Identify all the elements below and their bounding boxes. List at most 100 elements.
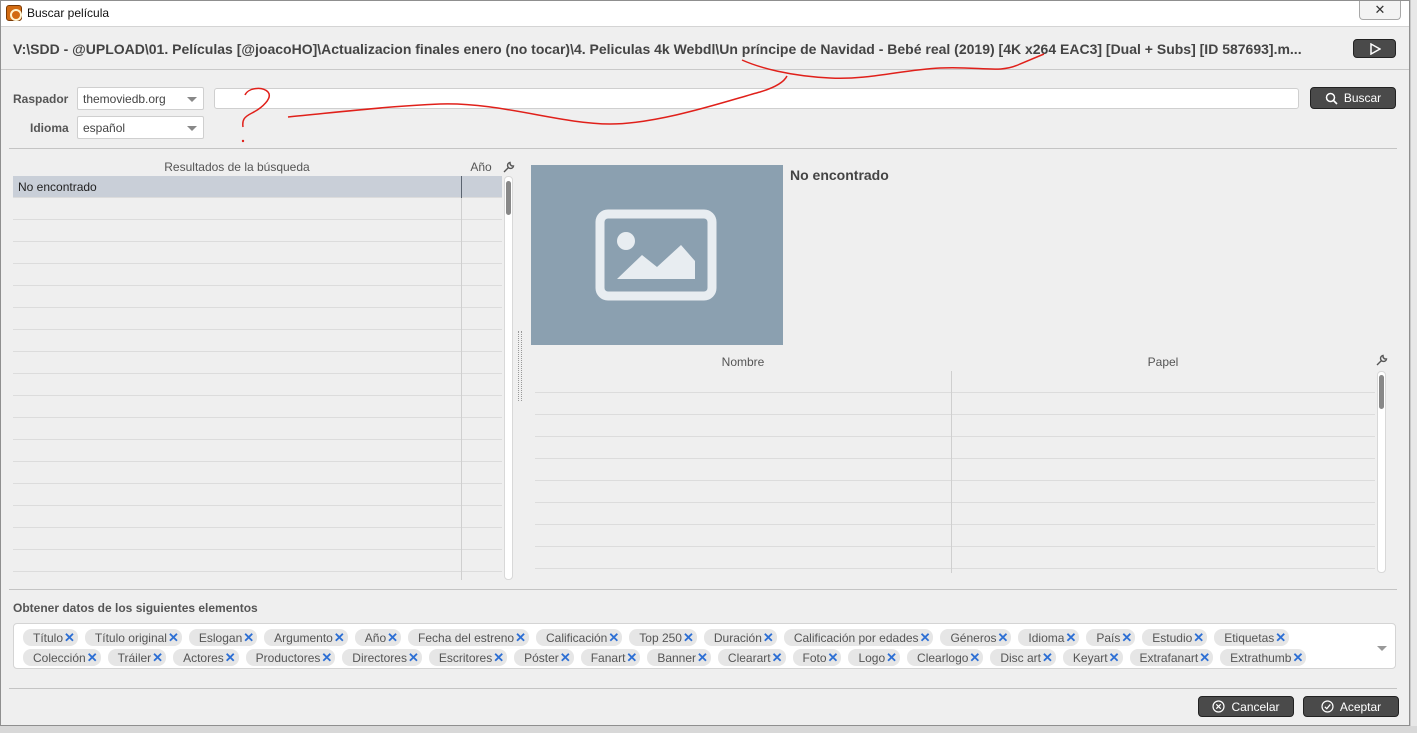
play-button[interactable] [1353,39,1396,58]
remove-tag-icon[interactable]: ✕ [1193,631,1204,644]
remove-tag-icon[interactable]: ✕ [763,631,774,644]
table-row[interactable] [535,569,1375,573]
elements-tag-box[interactable]: Tí­tulo ✕ Tí­tulo original ✕ Eslogan ✕ Argumen… [13,623,1396,669]
element-tag-label: Etiquetas [1224,630,1275,645]
remove-tag-icon[interactable]: ✕ [387,631,398,644]
table-row[interactable] [13,528,502,550]
wrench-icon[interactable] [1375,353,1389,367]
remove-tag-icon[interactable]: ✕ [515,631,526,644]
table-row[interactable] [13,374,502,396]
results-col-title[interactable]: Resultados de la búsqueda [13,160,461,174]
table-row[interactable] [13,462,502,484]
scrollbar-thumb[interactable] [1379,375,1384,409]
results-col-year[interactable]: Año [461,160,501,174]
remove-tag-icon[interactable]: ✕ [334,631,345,644]
element-tag: Argumento ✕ [264,629,348,646]
tag-list: Tí­tulo ✕ Tí­tulo original ✕ Eslogan ✕ Argumen… [23,629,1368,666]
remove-tag-icon[interactable]: ✕ [969,651,980,664]
table-row[interactable] [13,440,502,462]
table-row[interactable] [13,198,502,220]
element-tag: Eslogan ✕ [188,629,258,646]
table-row[interactable] [13,418,502,440]
table-row[interactable] [13,506,502,528]
table-row[interactable] [535,459,1375,481]
panel-splitter[interactable] [518,331,522,401]
language-select[interactable]: español [77,116,204,139]
table-row[interactable] [13,396,502,418]
table-row[interactable] [13,308,502,330]
remove-tag-icon[interactable]: ✕ [243,631,254,644]
remove-tag-icon[interactable]: ✕ [1275,631,1286,644]
table-row[interactable] [13,550,502,572]
remove-tag-icon[interactable]: ✕ [87,651,98,664]
remove-tag-icon[interactable]: ✕ [920,631,931,644]
scraper-value: themoviedb.org [83,92,166,106]
remove-tag-icon[interactable]: ✕ [408,651,419,664]
table-row[interactable] [13,220,502,242]
table-row[interactable] [535,525,1375,547]
remove-tag-icon[interactable]: ✕ [1199,651,1210,664]
remove-tag-icon[interactable]: ✕ [152,651,163,664]
search-button-label: Buscar [1343,91,1382,105]
wrench-icon[interactable] [502,160,516,174]
element-tag: Calificación ✕ [536,629,623,646]
remove-tag-icon[interactable]: ✕ [697,651,708,664]
remove-tag-icon[interactable]: ✕ [1292,651,1303,664]
search-button[interactable]: Buscar [1310,87,1396,109]
table-row[interactable] [535,503,1375,525]
accept-button[interactable]: Aceptar [1303,696,1399,717]
remove-tag-icon[interactable]: ✕ [998,631,1009,644]
chevron-down-icon[interactable] [1377,646,1387,651]
result-title: No encontrado [18,180,97,194]
column-divider [951,459,952,481]
table-row[interactable] [13,242,502,264]
table-row[interactable] [13,572,502,580]
remove-tag-icon[interactable]: ✕ [560,651,571,664]
remove-tag-icon[interactable]: ✕ [608,631,619,644]
element-tag-label: Calificación por edades [793,630,919,645]
cast-col-name[interactable]: Nombre [535,355,951,369]
search-input[interactable] [214,88,1299,109]
remove-tag-icon[interactable]: ✕ [1121,631,1132,644]
scraper-select[interactable]: themoviedb.org [77,87,204,110]
table-row[interactable] [13,264,502,286]
cancel-button[interactable]: Cancelar [1198,696,1294,717]
table-row[interactable] [535,371,1375,393]
table-row[interactable] [535,415,1375,437]
column-divider [461,286,462,308]
table-row[interactable] [13,352,502,374]
table-row[interactable]: No encontrado [13,176,502,198]
table-row[interactable] [535,393,1375,415]
remove-tag-icon[interactable]: ✕ [64,631,75,644]
remove-tag-icon[interactable]: ✕ [493,651,504,664]
close-button[interactable]: ✕ [1359,1,1401,20]
element-tag-label: Banner [657,650,697,665]
table-row[interactable] [535,547,1375,569]
remove-tag-icon[interactable]: ✕ [1042,651,1053,664]
remove-tag-icon[interactable]: ✕ [168,631,179,644]
remove-tag-icon[interactable]: ✕ [886,651,897,664]
scrollbar-thumb[interactable] [506,181,511,215]
table-row[interactable] [535,481,1375,503]
remove-tag-icon[interactable]: ✕ [321,651,332,664]
table-row[interactable] [535,437,1375,459]
remove-tag-icon[interactable]: ✕ [1109,651,1120,664]
remove-tag-icon[interactable]: ✕ [1065,631,1076,644]
element-tag: Fanart ✕ [580,649,641,666]
cast-col-role[interactable]: Papel [953,355,1373,369]
cast-scrollbar[interactable] [1377,371,1386,573]
element-tag-label: País [1096,630,1121,645]
table-row[interactable] [13,330,502,352]
remove-tag-icon[interactable]: ✕ [828,651,839,664]
cancel-label: Cancelar [1231,699,1280,714]
table-row[interactable] [13,286,502,308]
table-row[interactable] [13,484,502,506]
chevron-down-icon [187,126,197,131]
remove-tag-icon[interactable]: ✕ [626,651,637,664]
remove-tag-icon[interactable]: ✕ [683,631,694,644]
remove-tag-icon[interactable]: ✕ [225,651,236,664]
remove-tag-icon[interactable]: ✕ [772,651,783,664]
element-tag-label: Escritores [438,650,493,665]
column-divider [461,176,462,198]
results-scrollbar[interactable] [504,176,513,580]
